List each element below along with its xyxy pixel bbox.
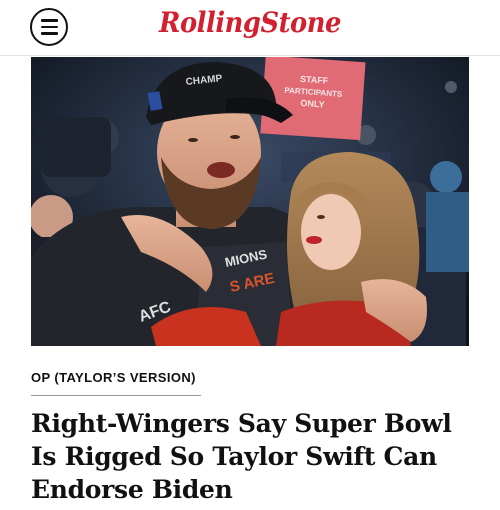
hero-photo-illustration: STAFF PARTICIPANTS ONLY MIONS S ARE AFC … (31, 57, 469, 346)
svg-text:ONLY: ONLY (300, 98, 325, 110)
hero-image: STAFF PARTICIPANTS ONLY MIONS S ARE AFC … (31, 57, 469, 346)
staff-sign: STAFF PARTICIPANTS ONLY (260, 57, 366, 141)
headline-line: Endorse Biden (31, 475, 233, 504)
article-kicker[interactable]: OP (TAYLOR’S VERSION) (31, 370, 196, 385)
rolling-stone-logo[interactable]: RollingStone (20, 6, 480, 39)
site-header: RollingStone (0, 0, 500, 56)
kicker-divider (31, 395, 201, 396)
headline-line: Is Rigged So Taylor Swift Can (31, 442, 437, 471)
article-headline[interactable]: Right-Wingers Say Super Bowl Is Rigged S… (31, 407, 471, 506)
svg-text:STAFF: STAFF (300, 74, 329, 86)
headline-line: Right-Wingers Say Super Bowl (31, 409, 452, 438)
